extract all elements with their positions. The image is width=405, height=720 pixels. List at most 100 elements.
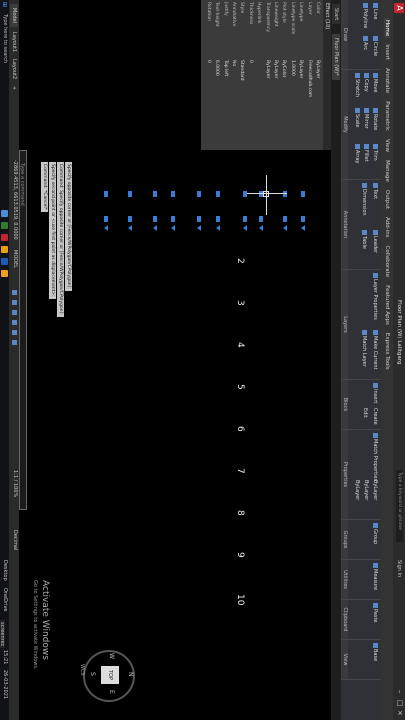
column-marker-icon[interactable] bbox=[171, 191, 175, 197]
autocad-logo-icon[interactable]: A bbox=[394, 3, 404, 13]
tab-layout1[interactable]: Layout1 bbox=[10, 28, 18, 56]
tab-view[interactable]: View bbox=[384, 137, 390, 154]
minimize-icon[interactable]: – bbox=[396, 690, 404, 694]
close-icon[interactable]: × bbox=[396, 710, 404, 716]
search-box[interactable]: Type a keyword or phrase bbox=[396, 470, 403, 542]
stretch-tool[interactable]: Stretch bbox=[354, 73, 360, 97]
polar-icon[interactable] bbox=[12, 320, 17, 325]
panel-layers-label[interactable]: Layers bbox=[341, 270, 348, 379]
status-toggles[interactable] bbox=[11, 290, 17, 460]
panel-groups-label[interactable]: Groups bbox=[341, 520, 348, 559]
tab-add-ins[interactable]: Add-ins bbox=[384, 215, 390, 240]
lineweight-icon[interactable] bbox=[12, 340, 17, 345]
make-current-tool[interactable]: Make Current bbox=[372, 330, 378, 370]
array-tool[interactable]: Array bbox=[354, 144, 360, 163]
tab-home[interactable]: Home bbox=[384, 18, 390, 39]
level-marker-icon[interactable] bbox=[259, 225, 263, 231]
level-marker-icon[interactable] bbox=[153, 225, 157, 231]
lineweight-dropdown[interactable]: ByLayer bbox=[354, 480, 360, 500]
mirror-tool[interactable]: Mirror bbox=[363, 108, 369, 129]
level-marker-icon[interactable] bbox=[243, 225, 247, 231]
column-marker-icon[interactable] bbox=[197, 216, 201, 222]
column-marker-icon[interactable] bbox=[104, 216, 108, 222]
level-marker-icon[interactable] bbox=[128, 225, 132, 231]
column-marker-icon[interactable] bbox=[216, 216, 220, 222]
base-tool[interactable]: Base bbox=[372, 643, 378, 661]
word-icon[interactable] bbox=[1, 258, 8, 265]
match-layer-tool[interactable]: Match Layer bbox=[361, 330, 367, 367]
properties-header[interactable]: Effect (10) bbox=[323, 0, 331, 150]
ortho-icon[interactable] bbox=[12, 310, 17, 315]
snap-icon[interactable] bbox=[12, 300, 17, 305]
column-marker-icon[interactable] bbox=[104, 191, 108, 197]
column-marker-icon[interactable] bbox=[153, 216, 157, 222]
explorer-icon[interactable] bbox=[1, 210, 8, 217]
tab-insert[interactable]: Insert bbox=[384, 42, 390, 62]
property-value[interactable]: No bbox=[231, 60, 236, 66]
polyline-tool[interactable]: Polyline bbox=[362, 3, 368, 28]
wcs-menu[interactable]: WCS bbox=[79, 664, 85, 676]
level-marker-icon[interactable] bbox=[283, 225, 287, 231]
line-tool[interactable]: Line bbox=[372, 3, 378, 19]
tab-layout2[interactable]: Layout2 bbox=[10, 55, 18, 83]
panel-clipboard-label[interactable]: Clipboard bbox=[341, 600, 348, 639]
scale-tool[interactable]: Scale bbox=[354, 108, 360, 127]
property-value[interactable]: 0 bbox=[248, 60, 253, 63]
match-properties-tool[interactable]: Match Properties bbox=[372, 433, 378, 481]
autocad-taskbar-icon[interactable] bbox=[1, 234, 8, 241]
panel-utilities-label[interactable]: Utilities bbox=[341, 560, 348, 599]
panel-properties-label[interactable]: Properties bbox=[341, 430, 348, 519]
property-value[interactable]: ByLayer bbox=[315, 60, 320, 78]
tab-express-tools[interactable]: Express Tools bbox=[384, 331, 390, 372]
group-tool[interactable]: Group bbox=[372, 523, 378, 544]
column-marker-icon[interactable] bbox=[301, 216, 305, 222]
file-tab-floor-plan[interactable]: Floor Plan (W)* bbox=[332, 34, 340, 80]
tab-parametric[interactable]: Parametric bbox=[384, 99, 390, 133]
tab-output[interactable]: Output bbox=[384, 188, 390, 211]
viewcube-north[interactable]: N bbox=[127, 672, 134, 677]
osnap-icon[interactable] bbox=[12, 330, 17, 335]
column-marker-icon[interactable] bbox=[216, 191, 220, 197]
text-tool[interactable]: Text bbox=[372, 183, 378, 199]
viewcube[interactable]: N W E S TOP bbox=[83, 650, 135, 702]
level-marker-icon[interactable] bbox=[171, 225, 175, 231]
onedrive-icon[interactable]: OneDrive bbox=[2, 588, 8, 612]
taskbar-search[interactable]: Type here to search bbox=[2, 14, 8, 63]
insert-block-tool[interactable]: Insert bbox=[372, 383, 378, 403]
property-value[interactable]: ByColor bbox=[281, 60, 286, 78]
annotation-scale[interactable]: 1:1 / 100% bbox=[12, 470, 18, 497]
move-tool[interactable]: Move bbox=[372, 73, 378, 92]
screenrec-badge[interactable]: screenrec bbox=[0, 620, 5, 649]
leader-tool[interactable]: Leader bbox=[372, 230, 378, 253]
property-value[interactable]: ByLayer bbox=[265, 60, 270, 78]
property-value[interactable]: ByLayer bbox=[298, 60, 303, 78]
dimension-tool[interactable]: Dimension bbox=[361, 183, 367, 216]
panel-modify-label[interactable]: Modify bbox=[341, 70, 348, 179]
level-marker-icon[interactable] bbox=[301, 225, 305, 231]
panel-block-label[interactable]: Block bbox=[341, 380, 348, 429]
windows-start-icon[interactable]: ⊞ bbox=[1, 2, 8, 7]
tab-manage[interactable]: Manage bbox=[384, 158, 390, 184]
circle-tool[interactable]: Circle bbox=[372, 36, 378, 56]
property-value[interactable]: Freecadhub.com bbox=[307, 60, 312, 97]
column-marker-icon[interactable] bbox=[283, 191, 287, 197]
sign-in-button[interactable]: Sign In bbox=[396, 560, 402, 577]
tab-model[interactable]: Model bbox=[10, 4, 18, 28]
viewcube-south[interactable]: S bbox=[89, 672, 96, 676]
tab-featured-apps[interactable]: Featured Apps bbox=[384, 283, 390, 327]
column-marker-icon[interactable] bbox=[243, 216, 247, 222]
clock-time[interactable]: 15:21 bbox=[2, 650, 8, 664]
property-value[interactable]: 1.0000 bbox=[290, 60, 295, 76]
viewcube-east[interactable]: E bbox=[108, 690, 115, 694]
edit-block-tool[interactable]: Edit bbox=[362, 408, 368, 418]
property-value[interactable]: ByLayer bbox=[273, 60, 278, 78]
trim-tool[interactable]: Trim bbox=[372, 144, 378, 161]
property-value[interactable]: 0 bbox=[206, 60, 211, 63]
create-block-tool[interactable]: Create bbox=[372, 408, 378, 425]
linetype-dropdown[interactable]: ByLayer bbox=[363, 480, 369, 500]
rotate-tool[interactable]: Rotate bbox=[372, 108, 378, 130]
file-tab-start[interactable]: Start bbox=[332, 4, 340, 25]
viewcube-west[interactable]: W bbox=[108, 653, 115, 659]
column-marker-icon[interactable] bbox=[283, 216, 287, 222]
column-marker-icon[interactable] bbox=[259, 216, 263, 222]
